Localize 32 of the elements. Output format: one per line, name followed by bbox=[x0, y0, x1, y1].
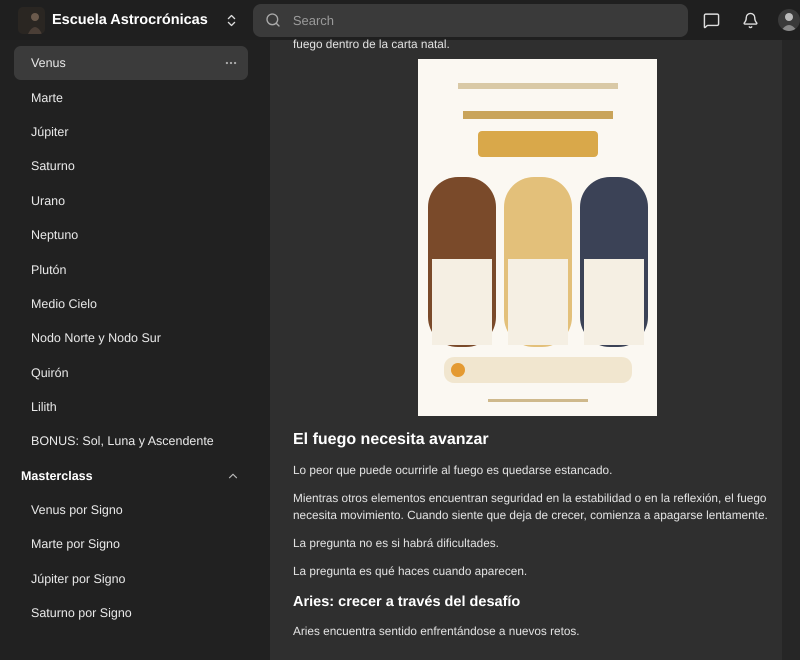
section-heading: El fuego necesita avanzar bbox=[293, 430, 490, 450]
bell-icon[interactable] bbox=[742, 12, 759, 28]
search-field[interactable]: Search bbox=[252, 4, 688, 36]
profile-avatar[interactable] bbox=[778, 9, 800, 31]
logo bbox=[18, 6, 45, 34]
sidebar-item[interactable]: Venus por Signo bbox=[14, 492, 248, 528]
sidebar-item[interactable]: Saturno bbox=[14, 149, 248, 184]
sidebar-item[interactable]: Medio Cielo bbox=[14, 286, 248, 322]
subheading: Aries: crecer a través del desafío bbox=[293, 593, 522, 612]
paragraph: Aries encuentra sentido enfrentándose a nuevos retos. bbox=[293, 623, 581, 640]
paragraph: Lo peor que puede ocurrirle al fuego es quedarse estancado. bbox=[293, 462, 614, 479]
sidebar-item[interactable]: Marte bbox=[14, 80, 248, 115]
chat-icon[interactable] bbox=[703, 12, 720, 28]
sidebar-item[interactable]: Neptuno bbox=[14, 218, 248, 252]
paragraph: La pregunta no es si habrá dificultades. bbox=[293, 535, 500, 552]
paragraph: La pregunta es qué haces cuando aparecen. bbox=[293, 563, 528, 580]
sidebar-item[interactable]: Nodo Norte y Nodo Sur bbox=[14, 321, 248, 356]
sidebar-item[interactable]: Júpiter por Signo bbox=[14, 561, 248, 596]
sidebar-item[interactable]: Lilith bbox=[14, 390, 248, 424]
search-icon bbox=[264, 12, 281, 28]
sidebar-item[interactable]: Saturno por Signo bbox=[14, 596, 248, 630]
paragraph: Mientras otros elementos encuentran seguridad en la estabilidad o en la reflexión, el fuego necesita movimiento. Cuando siente que deja de crecer, comienza a apagarse lentamente. bbox=[293, 490, 769, 524]
paragraph: fuego dentro de la carta natal. bbox=[293, 36, 451, 53]
school-title: Escuela Astrocrónicas bbox=[52, 12, 208, 28]
sidebar-item[interactable]: Venus bbox=[14, 46, 248, 80]
section-header[interactable]: Masterclass bbox=[14, 458, 248, 493]
sidebar-item[interactable]: Plutón bbox=[14, 252, 248, 287]
sidebar-item[interactable]: Quirón bbox=[14, 356, 248, 390]
sidebar-item[interactable]: Marte por Signo bbox=[14, 527, 248, 562]
sidebar-item[interactable]: Urano bbox=[14, 184, 248, 218]
sidebar-item[interactable]: Júpiter bbox=[14, 114, 248, 150]
sidebar-item[interactable]: BONUS: Sol, Luna y Ascendente bbox=[14, 424, 248, 459]
